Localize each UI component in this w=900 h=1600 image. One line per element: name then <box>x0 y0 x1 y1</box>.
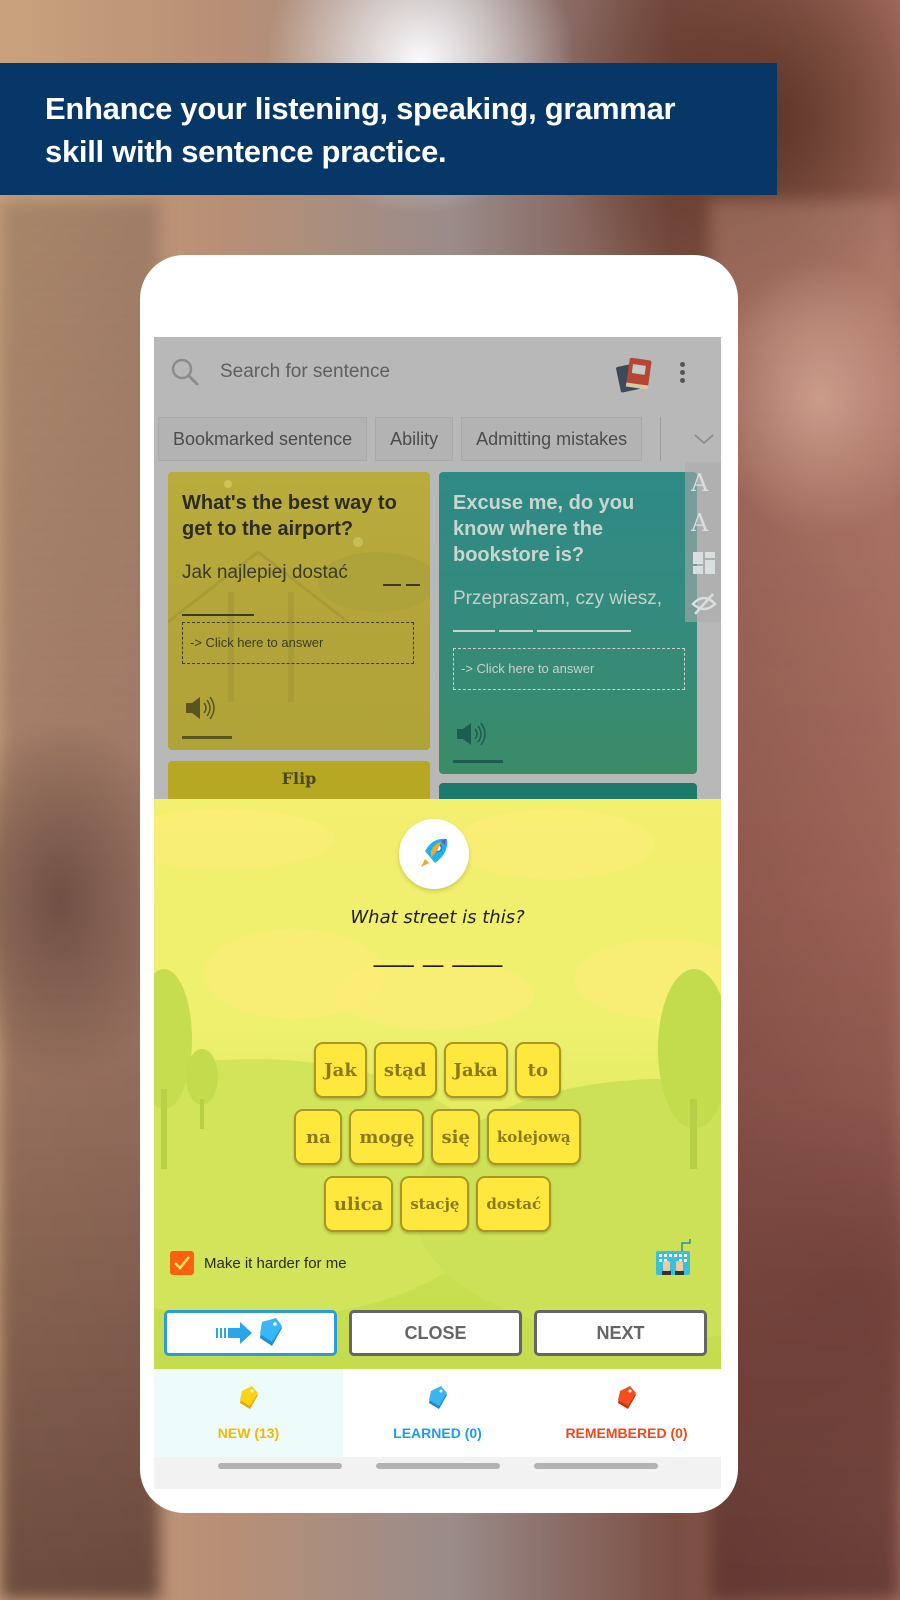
tag-icon <box>617 1386 636 1409</box>
check-icon <box>174 1256 190 1270</box>
tab-indicator <box>533 1463 658 1469</box>
card-question: Excuse me, do you know where the booksto… <box>453 492 635 566</box>
card-question: What's the best way to get to the airpor… <box>182 492 397 540</box>
practice-question: What street is this? <box>350 907 525 928</box>
tab-label: REMEMBERED (0) <box>565 1425 688 1441</box>
tab-indicators <box>154 1463 721 1469</box>
phone-frame: Search for sentence Bookmarked sentence … <box>140 255 738 1513</box>
search-input[interactable]: Search for sentence <box>220 361 390 383</box>
practice-badge <box>399 819 469 889</box>
word-tile[interactable]: Jaka <box>443 1042 508 1098</box>
word-tile[interactable]: ulica <box>323 1176 394 1232</box>
word-tile[interactable]: stację <box>400 1176 470 1232</box>
tab-remembered[interactable]: REMEMBERED (0) <box>532 1369 721 1457</box>
card-progress <box>453 760 503 763</box>
word-tile[interactable]: kolejową <box>486 1109 581 1165</box>
word-tile[interactable]: dostać <box>476 1176 552 1232</box>
font-increase-icon[interactable]: A <box>691 470 717 496</box>
tab-label: NEW (13) <box>217 1425 280 1441</box>
layout-icon[interactable] <box>691 550 717 576</box>
tab-new[interactable]: NEW (13) <box>154 1369 343 1457</box>
word-row: na mogę się kolejową <box>154 1109 721 1165</box>
bg-cloud <box>334 959 534 1029</box>
sentence-card[interactable]: What's the best way to get to the airpor… <box>168 472 430 750</box>
tag-icon <box>428 1386 447 1409</box>
blank <box>453 630 495 632</box>
search-bar[interactable]: Search for sentence <box>154 337 721 409</box>
chip-admitting-mistakes[interactable]: Admitting mistakes <box>461 417 643 461</box>
chevron-down-icon[interactable] <box>693 429 715 449</box>
tag-icon <box>259 1318 282 1346</box>
card-answer: Jak najlepiej dostać <box>182 562 348 583</box>
word-tile[interactable]: mogę <box>349 1109 425 1165</box>
harder-label: Make it harder for me <box>204 1254 347 1272</box>
flip-button[interactable]: Flip <box>168 761 430 801</box>
search-icon <box>171 358 199 386</box>
harder-toggle[interactable]: Make it harder for me <box>170 1251 347 1275</box>
more-vert-icon[interactable] <box>676 359 688 389</box>
word-tile[interactable]: stąd <box>373 1042 437 1098</box>
move-to-learned-button[interactable] <box>164 1310 337 1356</box>
close-button[interactable]: CLOSE <box>349 1310 522 1356</box>
blank <box>406 584 420 586</box>
bg-cloud <box>454 809 654 879</box>
font-decrease-icon[interactable]: A <box>691 510 717 536</box>
tab-label: LEARNED (0) <box>393 1425 482 1441</box>
tab-indicator <box>217 1463 342 1469</box>
speaker-icon[interactable] <box>184 694 218 722</box>
rocket-icon <box>421 838 448 867</box>
tab-learned[interactable]: LEARNED (0) <box>343 1369 532 1457</box>
word-row: ulica stację dostać <box>154 1176 721 1232</box>
blank <box>537 630 631 632</box>
word-tile[interactable]: się <box>431 1109 480 1165</box>
speaker-icon[interactable] <box>455 720 489 748</box>
answer-blanks: ____ __ _____ <box>373 947 503 968</box>
arrow-right-icon <box>215 1318 282 1346</box>
chip-divider <box>660 417 662 461</box>
banner-line-1: Enhance your listening, speaking, gramma… <box>45 91 676 126</box>
side-toolbar: A A <box>685 462 721 622</box>
answer-input[interactable]: -> Click here to answer <box>182 622 414 664</box>
hide-icon[interactable] <box>691 590 717 616</box>
sentence-card[interactable]: Excuse me, do you know where the booksto… <box>439 472 697 774</box>
bottom-strip <box>154 1457 721 1489</box>
tag-icon <box>239 1386 258 1409</box>
card-answer: Przepraszam, czy wiesz, <box>453 588 663 609</box>
word-tile[interactable]: na <box>294 1109 343 1165</box>
chip-bookmarked[interactable]: Bookmarked sentence <box>158 417 368 461</box>
word-row: Jak stąd Jaka to <box>154 1042 721 1098</box>
category-chips: Bookmarked sentence Ability Admitting mi… <box>158 417 721 461</box>
app-screen: Search for sentence Bookmarked sentence … <box>154 337 721 1489</box>
book-icon[interactable] <box>616 357 654 393</box>
background-photo-right <box>710 200 900 1600</box>
word-tile[interactable]: to <box>514 1042 561 1098</box>
practice-panel: What street is this? ____ __ _____ Jak s… <box>154 799 721 1369</box>
keyboard-icon[interactable] <box>654 1237 694 1277</box>
blank <box>383 584 401 586</box>
answer-input[interactable]: -> Click here to answer <box>453 648 685 690</box>
status-tabs: NEW (13) LEARNED (0) REMEMBERED (0) <box>154 1369 721 1457</box>
banner-line-2: skill with sentence practice. <box>45 134 447 169</box>
practice-buttons: CLOSE NEXT <box>164 1310 717 1356</box>
bg-cloud <box>154 809 334 869</box>
chip-ability[interactable]: Ability <box>375 417 454 461</box>
harder-checkbox[interactable] <box>170 1251 194 1275</box>
tab-indicator <box>375 1463 500 1469</box>
background-photo-left <box>0 200 160 1600</box>
blank <box>499 630 533 632</box>
card-progress <box>182 736 232 739</box>
blank <box>182 614 254 616</box>
word-tile[interactable]: Jak <box>314 1042 367 1098</box>
next-button[interactable]: NEXT <box>534 1310 707 1356</box>
promo-banner: Enhance your listening, speaking, gramma… <box>0 63 777 195</box>
